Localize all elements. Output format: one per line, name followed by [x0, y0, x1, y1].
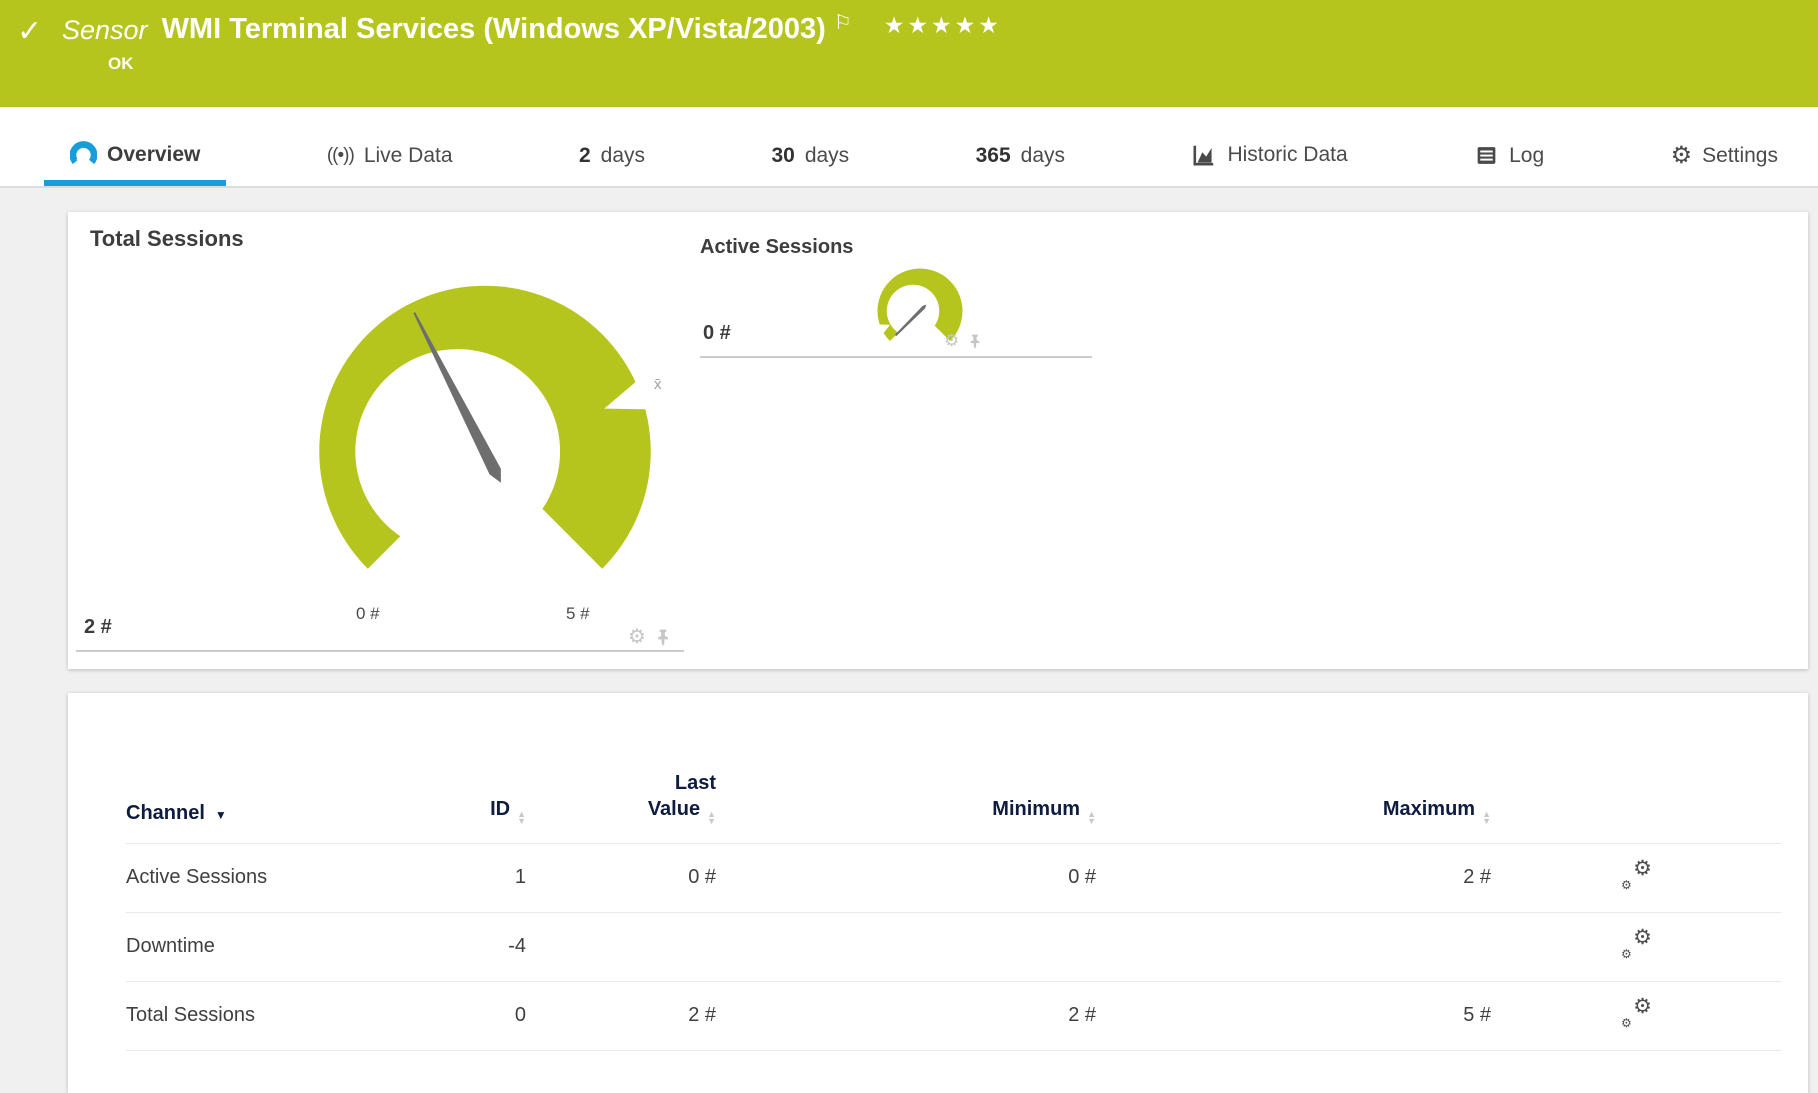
gauge-underline [76, 650, 684, 652]
tab-365-days-number: 365 [976, 144, 1011, 168]
total-sessions-gauge-title: Total Sessions [90, 226, 244, 252]
gauge-corner-icons: ⚙ [944, 332, 982, 350]
total-sessions-gauge [290, 276, 680, 627]
settings-gear-icon: ⚙ [1671, 146, 1693, 166]
tab-live-data-label: Live Data [364, 144, 453, 168]
pin-icon[interactable] [655, 628, 671, 646]
total-sessions-current-value: 2 # [84, 616, 112, 639]
gauge-max-label: 5 # [566, 604, 590, 624]
log-list-icon [1474, 143, 1499, 168]
tab-30-days[interactable]: 30 days [745, 144, 875, 186]
tab-log-label: Log [1509, 144, 1544, 168]
channel-settings-gears-icon[interactable]: ⚙⚙ [1620, 859, 1652, 891]
channel-name-cell[interactable]: Downtime [126, 912, 376, 981]
column-header-channel[interactable]: Channel▼ [126, 693, 376, 843]
tab-30-days-number: 30 [771, 144, 794, 168]
tab-overview-label: Overview [107, 143, 200, 167]
table-row[interactable]: Downtime -4 ⚙⚙ [126, 912, 1781, 981]
tab-2-days[interactable]: 2 days [553, 144, 671, 186]
channel-minimum-cell [716, 912, 1096, 981]
average-marker-label: x̄ [654, 376, 662, 393]
gauges-panel: Total Sessions x̄ 0 # 5 # 2 # ⚙ Active S… [68, 212, 1808, 669]
tab-30-days-label: days [805, 144, 849, 168]
column-header-maximum[interactable]: Maximum▲▼ [1096, 693, 1491, 843]
active-sessions-current-value: 0 # [703, 322, 731, 345]
live-data-icon: ((•)) [327, 145, 354, 167]
sort-arrows-icon: ▲▼ [517, 811, 526, 825]
gauge-min-label: 0 # [356, 604, 380, 624]
column-header-minimum[interactable]: Minimum▲▼ [716, 693, 1096, 843]
table-row[interactable]: Total Sessions 0 2 # 2 # 5 # ⚙⚙ [126, 981, 1781, 1050]
channel-last-value-cell: 2 # [526, 981, 716, 1050]
sort-arrows-icon: ▲▼ [1482, 811, 1491, 825]
gauge-corner-icons: ⚙ [628, 628, 671, 646]
channel-maximum-cell: 2 # [1096, 843, 1491, 912]
gauge-settings-gear-icon[interactable]: ⚙ [628, 628, 646, 646]
priority-stars[interactable]: ★★★★★ [884, 12, 1002, 39]
channel-name-cell[interactable]: Active Sessions [126, 843, 376, 912]
tab-2-days-label: days [601, 144, 645, 168]
channel-maximum-cell: 5 # [1096, 981, 1491, 1050]
area-chart-icon [1191, 142, 1217, 168]
sort-arrows-icon: ▲▼ [1087, 811, 1096, 825]
channels-table: Channel▼ ID▲▼ Last Value▲▼ Minimum▲▼ Max… [126, 693, 1781, 1051]
table-row[interactable]: Active Sessions 1 0 # 0 # 2 # ⚙⚙ [126, 843, 1781, 912]
column-header-id[interactable]: ID▲▼ [376, 693, 526, 843]
sensor-status-bar: ✓ Sensor WMI Terminal Services (Windows … [0, 0, 1818, 107]
active-sessions-gauge-title: Active Sessions [700, 236, 853, 259]
gauge-icon [70, 141, 97, 168]
channel-last-value-cell: 0 # [526, 843, 716, 912]
tab-overview[interactable]: Overview [44, 141, 226, 186]
channel-id-cell: -4 [376, 912, 526, 981]
gauge-underline [700, 356, 1092, 358]
channel-minimum-cell: 2 # [716, 981, 1096, 1050]
channel-last-value-cell [526, 912, 716, 981]
page-title: WMI Terminal Services (Windows XP/Vista/… [162, 13, 826, 46]
flag-icon[interactable]: ⚐ [834, 10, 852, 35]
tab-bar: Overview ((•)) Live Data 2 days 30 days … [0, 107, 1818, 188]
tab-historic-data[interactable]: Historic Data [1165, 142, 1373, 186]
object-kind-label: Sensor [62, 15, 148, 46]
tab-365-days[interactable]: 365 days [950, 144, 1091, 186]
pin-icon[interactable] [968, 333, 982, 349]
tab-historic-data-label: Historic Data [1227, 143, 1347, 167]
channel-settings-gears-icon[interactable]: ⚙⚙ [1620, 997, 1652, 1029]
tab-settings-label: Settings [1702, 144, 1778, 168]
channel-settings-gears-icon[interactable]: ⚙⚙ [1620, 928, 1652, 960]
table-header-row: Channel▼ ID▲▼ Last Value▲▼ Minimum▲▼ Max… [126, 693, 1781, 843]
gauge-arc [319, 286, 651, 569]
channel-minimum-cell: 0 # [716, 843, 1096, 912]
channels-panel: Channel▼ ID▲▼ Last Value▲▼ Minimum▲▼ Max… [68, 693, 1808, 1093]
channel-name-cell[interactable]: Total Sessions [126, 981, 376, 1050]
channel-actions-cell: ⚙⚙ [1491, 843, 1781, 912]
channel-id-cell: 0 [376, 981, 526, 1050]
tab-365-days-label: days [1021, 144, 1065, 168]
tab-log[interactable]: Log [1448, 143, 1570, 186]
status-ok-check-icon: ✓ [17, 14, 42, 49]
channel-actions-cell: ⚙⚙ [1491, 981, 1781, 1050]
channel-maximum-cell [1096, 912, 1491, 981]
tab-live-data[interactable]: ((•)) Live Data [301, 144, 479, 186]
channel-id-cell: 1 [376, 843, 526, 912]
column-header-actions [1491, 693, 1781, 843]
sort-active-caret-icon: ▼ [215, 808, 227, 822]
sensor-title-line: Sensor WMI Terminal Services (Windows XP… [62, 10, 1002, 46]
column-header-last-value[interactable]: Last Value▲▼ [526, 693, 716, 843]
gauge-settings-gear-icon[interactable]: ⚙ [944, 332, 959, 350]
tab-2-days-number: 2 [579, 144, 591, 168]
gauge-needle [894, 303, 927, 336]
sensor-status-text: OK [108, 54, 134, 74]
channel-actions-cell: ⚙⚙ [1491, 912, 1781, 981]
sort-arrows-icon: ▲▼ [707, 811, 716, 825]
tab-settings[interactable]: ⚙ Settings [1645, 144, 1804, 186]
